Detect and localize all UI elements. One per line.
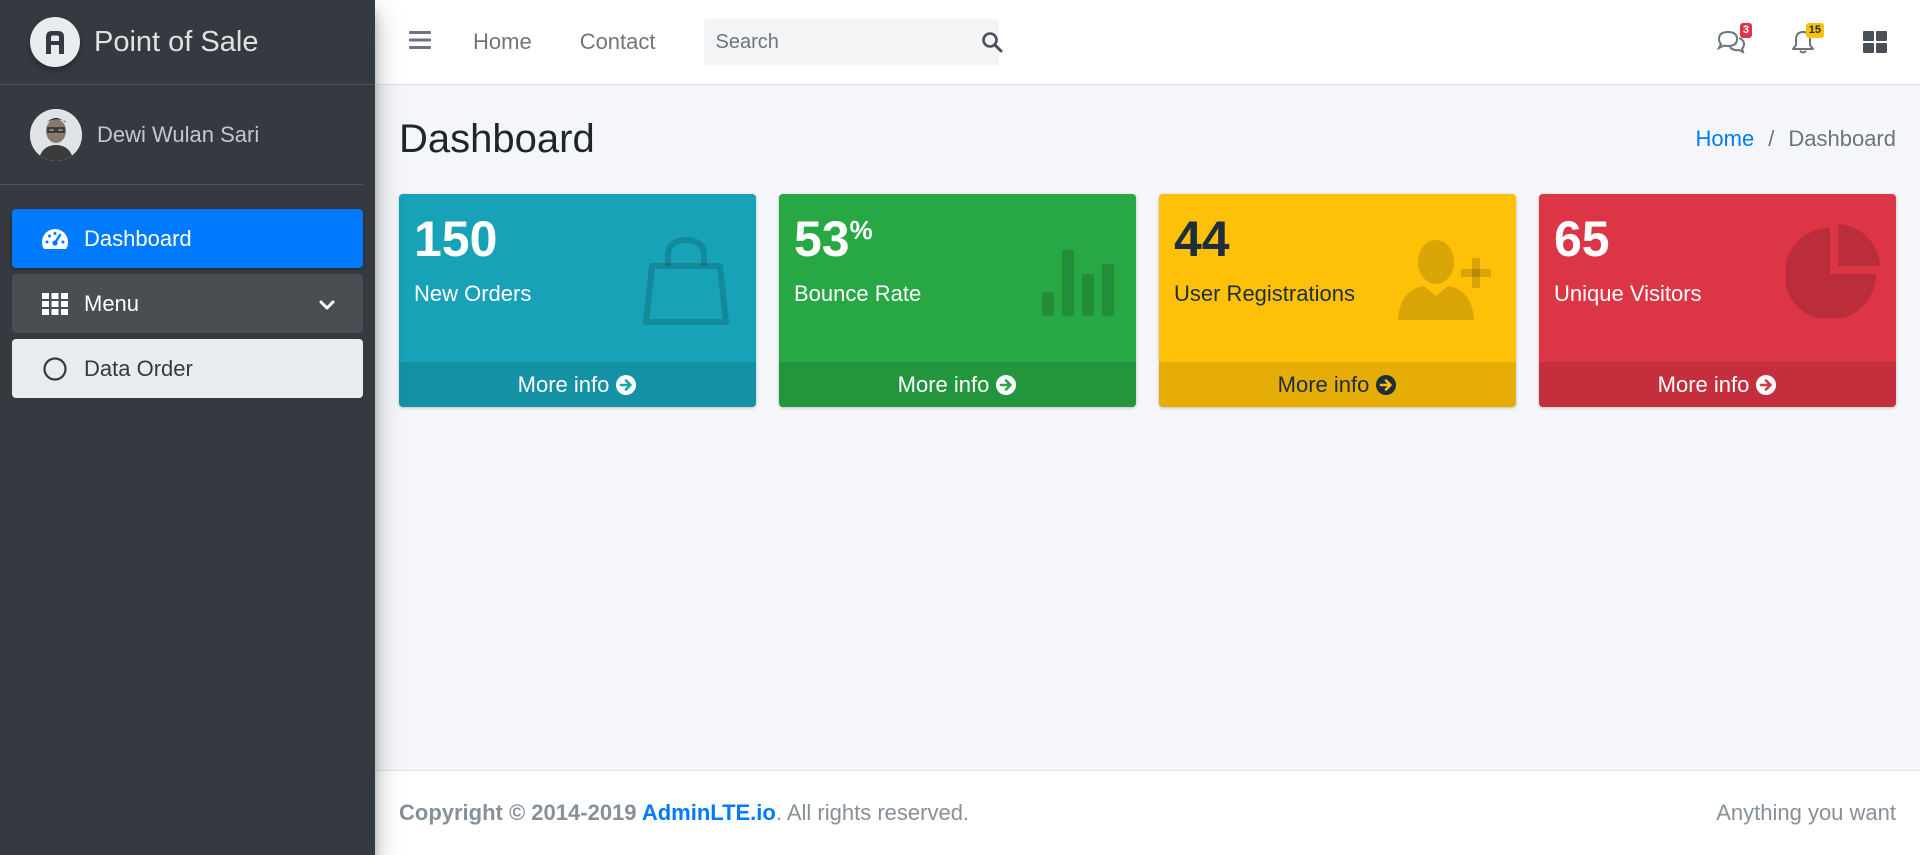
sidebar-item-data-order[interactable]: Data Order bbox=[12, 339, 363, 398]
sidebar-item-dashboard[interactable]: Dashboard bbox=[12, 209, 363, 268]
arrow-circle-right-icon bbox=[615, 374, 637, 396]
navbar-right: 3 15 bbox=[1676, 23, 1892, 59]
copyright-text: Copyright © 2014-2019 AdminLTE.io bbox=[399, 800, 776, 825]
top-navbar: Home Contact 3 15 bbox=[375, 0, 1920, 85]
sidebar-item-label: Menu bbox=[84, 290, 140, 316]
notifications-count-badge: 15 bbox=[1805, 23, 1824, 38]
grid-icon bbox=[40, 292, 70, 315]
shopping-bag-icon bbox=[638, 232, 734, 333]
sidebar-nav: Dashboard Menu Data Order bbox=[0, 185, 375, 398]
main-footer: Copyright © 2014-2019 AdminLTE.io. All r… bbox=[375, 770, 1920, 855]
content-header: Dashboard Home / Dashboard bbox=[399, 85, 1896, 193]
content-wrapper: Dashboard Home / Dashboard 150 New Order… bbox=[375, 85, 1920, 770]
th-large-icon bbox=[1863, 31, 1887, 53]
navbar-search bbox=[703, 19, 1003, 65]
hamburger-menu-icon[interactable] bbox=[409, 30, 433, 55]
bar-chart-icon bbox=[1040, 232, 1114, 325]
chevron-down-icon bbox=[319, 291, 335, 317]
stat-box-bounce-rate: 53% Bounce Rate More info bbox=[779, 194, 1136, 407]
control-sidebar-toggle[interactable] bbox=[1858, 25, 1892, 59]
arrow-circle-right-icon bbox=[1375, 374, 1397, 396]
search-input[interactable] bbox=[703, 19, 981, 65]
arrow-circle-right-icon bbox=[995, 374, 1017, 396]
sidebar-item-label: Data Order bbox=[84, 355, 193, 381]
adminlte-logo-icon bbox=[30, 17, 80, 67]
tachometer-icon bbox=[40, 227, 70, 251]
rights-text: . All rights reserved. bbox=[775, 800, 970, 825]
brand-text: Point of Sale bbox=[94, 25, 259, 58]
stat-box-unique-visitors: 65 Unique Visitors More info bbox=[1539, 194, 1896, 407]
notifications-dropdown[interactable]: 15 bbox=[1786, 23, 1824, 59]
arrow-circle-right-icon bbox=[1755, 374, 1777, 396]
user-name: Dewi Wulan Sari bbox=[97, 121, 260, 147]
breadcrumb-separator: / bbox=[1768, 126, 1775, 151]
user-plus-icon bbox=[1398, 232, 1494, 325]
messages-dropdown[interactable]: 3 bbox=[1714, 23, 1752, 59]
main-sidebar: Point of Sale Dewi Wulan Sari Dashboard … bbox=[0, 0, 375, 855]
more-info-link[interactable]: More info bbox=[1539, 362, 1896, 407]
more-info-link[interactable]: More info bbox=[779, 362, 1136, 407]
search-icon bbox=[981, 32, 1003, 53]
more-info-link[interactable]: More info bbox=[399, 362, 756, 407]
pie-chart-icon bbox=[1784, 224, 1880, 323]
page-title: Dashboard bbox=[399, 116, 595, 161]
stat-boxes: 150 New Orders More info 53% Bounce Rate… bbox=[399, 194, 1896, 407]
sidebar-item-label: Dashboard bbox=[84, 225, 192, 251]
circle-icon bbox=[40, 356, 70, 382]
adminlte-link[interactable]: AdminLTE.io bbox=[642, 800, 776, 825]
avatar bbox=[30, 108, 82, 161]
stat-box-new-orders: 150 New Orders More info bbox=[399, 194, 756, 407]
sidebar-item-menu[interactable]: Menu bbox=[12, 274, 363, 333]
nav-link-contact[interactable]: Contact bbox=[580, 29, 656, 55]
messages-count-badge: 3 bbox=[1739, 23, 1752, 38]
breadcrumb: Home / Dashboard bbox=[1696, 126, 1896, 152]
more-info-link[interactable]: More info bbox=[1159, 362, 1516, 407]
search-button[interactable] bbox=[981, 19, 1003, 65]
user-panel[interactable]: Dewi Wulan Sari bbox=[0, 85, 363, 185]
stat-box-user-registrations: 44 User Registrations More info bbox=[1159, 194, 1516, 407]
nav-link-home[interactable]: Home bbox=[473, 29, 532, 55]
breadcrumb-home-link[interactable]: Home bbox=[1696, 126, 1755, 152]
breadcrumb-current: Dashboard bbox=[1788, 126, 1896, 151]
footer-right-text: Anything you want bbox=[1716, 800, 1896, 825]
brand-link[interactable]: Point of Sale bbox=[0, 0, 375, 85]
